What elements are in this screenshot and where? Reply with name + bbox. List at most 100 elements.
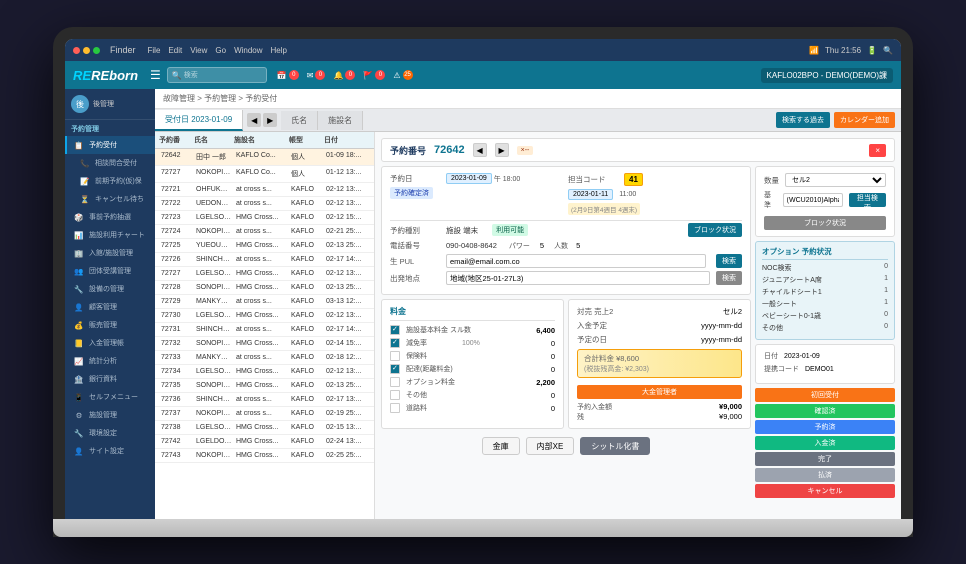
- menu-view[interactable]: View: [190, 46, 207, 55]
- facility-fee-checkbox[interactable]: [390, 364, 400, 374]
- sidebar-item-customers[interactable]: 👤 顧客管理: [65, 298, 155, 316]
- option-misc-row: その他 0: [762, 323, 888, 333]
- list-row[interactable]: 72723 LGELSONK HMG Cross... KAFLO 02-12 …: [155, 211, 374, 225]
- list-row[interactable]: 72735 SONOPIYO HMG Cross... KAFLO 02-13 …: [155, 379, 374, 393]
- tab-date[interactable]: 受付日 2023-01-09: [155, 110, 243, 131]
- list-row[interactable]: 72734 LGELSON1 HMG Cross... KAFLO 02-12 …: [155, 365, 374, 379]
- sidebar-item-bank[interactable]: 🏦 銀行資料: [65, 370, 155, 388]
- global-search-bar[interactable]: 🔍 検索: [167, 67, 267, 83]
- other-fee-checkbox[interactable]: [390, 390, 400, 400]
- status-cancel-btn[interactable]: キャンセル: [755, 484, 895, 498]
- save-btn[interactable]: 金庫: [482, 437, 520, 455]
- menu-edit[interactable]: Edit: [168, 46, 182, 55]
- sidebar-item-self[interactable]: 📱 セルフメニュー: [65, 388, 155, 406]
- sidebar-item-sales[interactable]: 💰 販売管理: [65, 316, 155, 334]
- sidebar-item-settings[interactable]: 🔧 環境設定: [65, 424, 155, 442]
- cell-date: 01-12 13:...: [324, 168, 374, 180]
- list-row[interactable]: 72738 LGELSON1 HMG Cross... KAFLO 02-15 …: [155, 421, 374, 435]
- option-fee-checkbox[interactable]: [390, 377, 400, 387]
- insurance-checkbox[interactable]: [390, 351, 400, 361]
- date-prev-btn[interactable]: ◀: [247, 113, 261, 127]
- list-row[interactable]: 72728 SONOPIYO HMG Cross... KAFLO 02-13 …: [155, 281, 374, 295]
- search-btn[interactable]: 検索する過去: [776, 112, 830, 128]
- list-row[interactable]: 72721 OHFUKOPY at cross s... KAFLO 02-12…: [155, 183, 374, 197]
- sidebar-item-consultation[interactable]: 📞 相談問合受付: [65, 154, 155, 172]
- detail-prev-btn[interactable]: ◀: [473, 143, 487, 157]
- date-next-btn[interactable]: ▶: [263, 113, 277, 127]
- booking-ref-input[interactable]: [783, 193, 843, 207]
- list-row[interactable]: 72733 MANKYO10 at cross s... KAFLO 02-18…: [155, 351, 374, 365]
- block-status-btn2[interactable]: ブロック状況: [764, 216, 886, 230]
- address-input[interactable]: [446, 271, 710, 285]
- sidebar-item-facility[interactable]: 🏢 入館/施設管理: [65, 244, 155, 262]
- menu-file[interactable]: File: [148, 46, 161, 55]
- sidebar-item-lottery[interactable]: 🎲 事前予約抽選: [65, 208, 155, 226]
- finalize-btn[interactable]: シットル化書: [580, 437, 650, 455]
- pricing-section: 料金 施設基本料金 スル数 6,400 減免率: [381, 299, 564, 429]
- ref-search-btn[interactable]: 担当検索: [849, 193, 886, 207]
- list-row[interactable]: 72742 LGELDON1 HMG Cross... KAFLO 02-24 …: [155, 435, 374, 449]
- maximize-button[interactable]: [93, 47, 100, 54]
- menu-help[interactable]: Help: [271, 46, 287, 55]
- hamburger-icon[interactable]: ☰: [150, 68, 161, 82]
- list-row[interactable]: 72737 NOKOPIYO at cross s... KAFLO 02-19…: [155, 407, 374, 421]
- header-icon-calendar[interactable]: 📅 0: [277, 70, 299, 80]
- list-row[interactable]: 72736 SHINCHAN at cross s... KAFLO 02-17…: [155, 393, 374, 407]
- list-row[interactable]: 72732 SONOPIYO HMG Cross... KAFLO 02-14 …: [155, 337, 374, 351]
- tab-name[interactable]: 氏名: [281, 111, 318, 130]
- search-facility-btn[interactable]: 検索: [716, 254, 742, 268]
- tab-facility[interactable]: 施設名: [318, 111, 363, 130]
- print-btn[interactable]: 内部XE: [526, 437, 575, 455]
- header-icon-mail[interactable]: ✉ 0: [307, 70, 326, 80]
- sidebar-item-payment[interactable]: 📒 入金管理帳: [65, 334, 155, 352]
- list-row[interactable]: 72730 LGELSON1 HMG Cross... KAFLO 02-12 …: [155, 309, 374, 323]
- list-row[interactable]: 72722 UEDONURA at cross s... KAFLO 02-12…: [155, 197, 374, 211]
- search-icon[interactable]: 🔍: [883, 46, 893, 55]
- block-status-btn[interactable]: ブロック状況: [688, 223, 742, 237]
- sidebar-item-stats[interactable]: 📈 統計分析: [65, 352, 155, 370]
- menu-go[interactable]: Go: [215, 46, 226, 55]
- status-reserved-btn[interactable]: 予約済: [755, 420, 895, 434]
- header-icon-alert[interactable]: ⚠ 25: [393, 70, 412, 80]
- advance-payment-btn[interactable]: 大金管理者: [577, 385, 742, 399]
- close-button[interactable]: [73, 47, 80, 54]
- list-row[interactable]: 72731 SHINCHAN at cross s... KAFLO 02-17…: [155, 323, 374, 337]
- list-row[interactable]: 72729 MANKYO10 at cross s... KAFLO 03-13…: [155, 295, 374, 309]
- sidebar-item-group[interactable]: 👥 団体受講管理: [65, 262, 155, 280]
- minimize-button[interactable]: [83, 47, 90, 54]
- rental-fee-checkbox[interactable]: [390, 403, 400, 413]
- list-row[interactable]: 72726 SHINCHAN at cross s... KAFLO 02-17…: [155, 253, 374, 267]
- list-row[interactable]: 72642 田中 一郎 KAFLO Co... 個人 01-09 18:...: [155, 149, 374, 166]
- list-row[interactable]: 72727 LGELSON1 HMG Cross... KAFLO 02-12 …: [155, 267, 374, 281]
- status-initial-btn[interactable]: 初回受付: [755, 388, 895, 402]
- list-row[interactable]: 72725 YUEOUNWA HMG Cross... KAFLO 02-13 …: [155, 239, 374, 253]
- sidebar-item-reception[interactable]: 📋 予約受付: [65, 136, 155, 154]
- header-icon-flag[interactable]: 🚩 0: [363, 70, 385, 80]
- detail-next-btn[interactable]: ▶: [495, 143, 509, 157]
- sidebar-item-advance[interactable]: 📝 前期予約(仮)保: [65, 172, 155, 190]
- menu-window[interactable]: Window: [234, 46, 262, 55]
- address-search-btn[interactable]: 検索: [716, 271, 742, 285]
- sidebar-item-waitlist[interactable]: ⏳ キャンセル待ち: [65, 190, 155, 208]
- status-paid-btn[interactable]: 入金済: [755, 436, 895, 450]
- list-row[interactable]: 72724 NOKOPIYO at cross s... KAFLO 02-21…: [155, 225, 374, 239]
- discount-checkbox[interactable]: [390, 338, 400, 348]
- sidebar-item-site[interactable]: 👤 サイト設定: [65, 442, 155, 460]
- email-input[interactable]: [446, 254, 706, 268]
- sidebar-item-manage[interactable]: ⚙ 施設管理: [65, 406, 155, 424]
- tab-name-label: 氏名: [291, 116, 307, 125]
- status-complete-btn[interactable]: 完了: [755, 452, 895, 466]
- status-confirm-btn[interactable]: 確認済: [755, 404, 895, 418]
- detail-close-btn[interactable]: ×: [869, 144, 886, 157]
- header-icon-bell[interactable]: 🔔 0: [333, 70, 355, 80]
- option-noc-value: 0: [884, 263, 888, 273]
- base-checkbox[interactable]: [390, 325, 400, 335]
- list-row[interactable]: 72727 NOKOPIYO KAFLO Co... 個人 01-12 13:.…: [155, 166, 374, 183]
- booking-type-select[interactable]: セル2: [785, 173, 886, 187]
- list-row[interactable]: 72743 NOKOPIYO HMG Cross... KAFLO 02-25 …: [155, 449, 374, 463]
- sidebar-item-chart[interactable]: 📊 施設利用チャート: [65, 226, 155, 244]
- sidebar-item-equipment[interactable]: 🔧 設備の管理: [65, 280, 155, 298]
- status-settled-btn[interactable]: 払済: [755, 468, 895, 482]
- bank-label: 銀行資料: [89, 374, 117, 384]
- calendar-btn[interactable]: カレンダー追加: [834, 112, 895, 128]
